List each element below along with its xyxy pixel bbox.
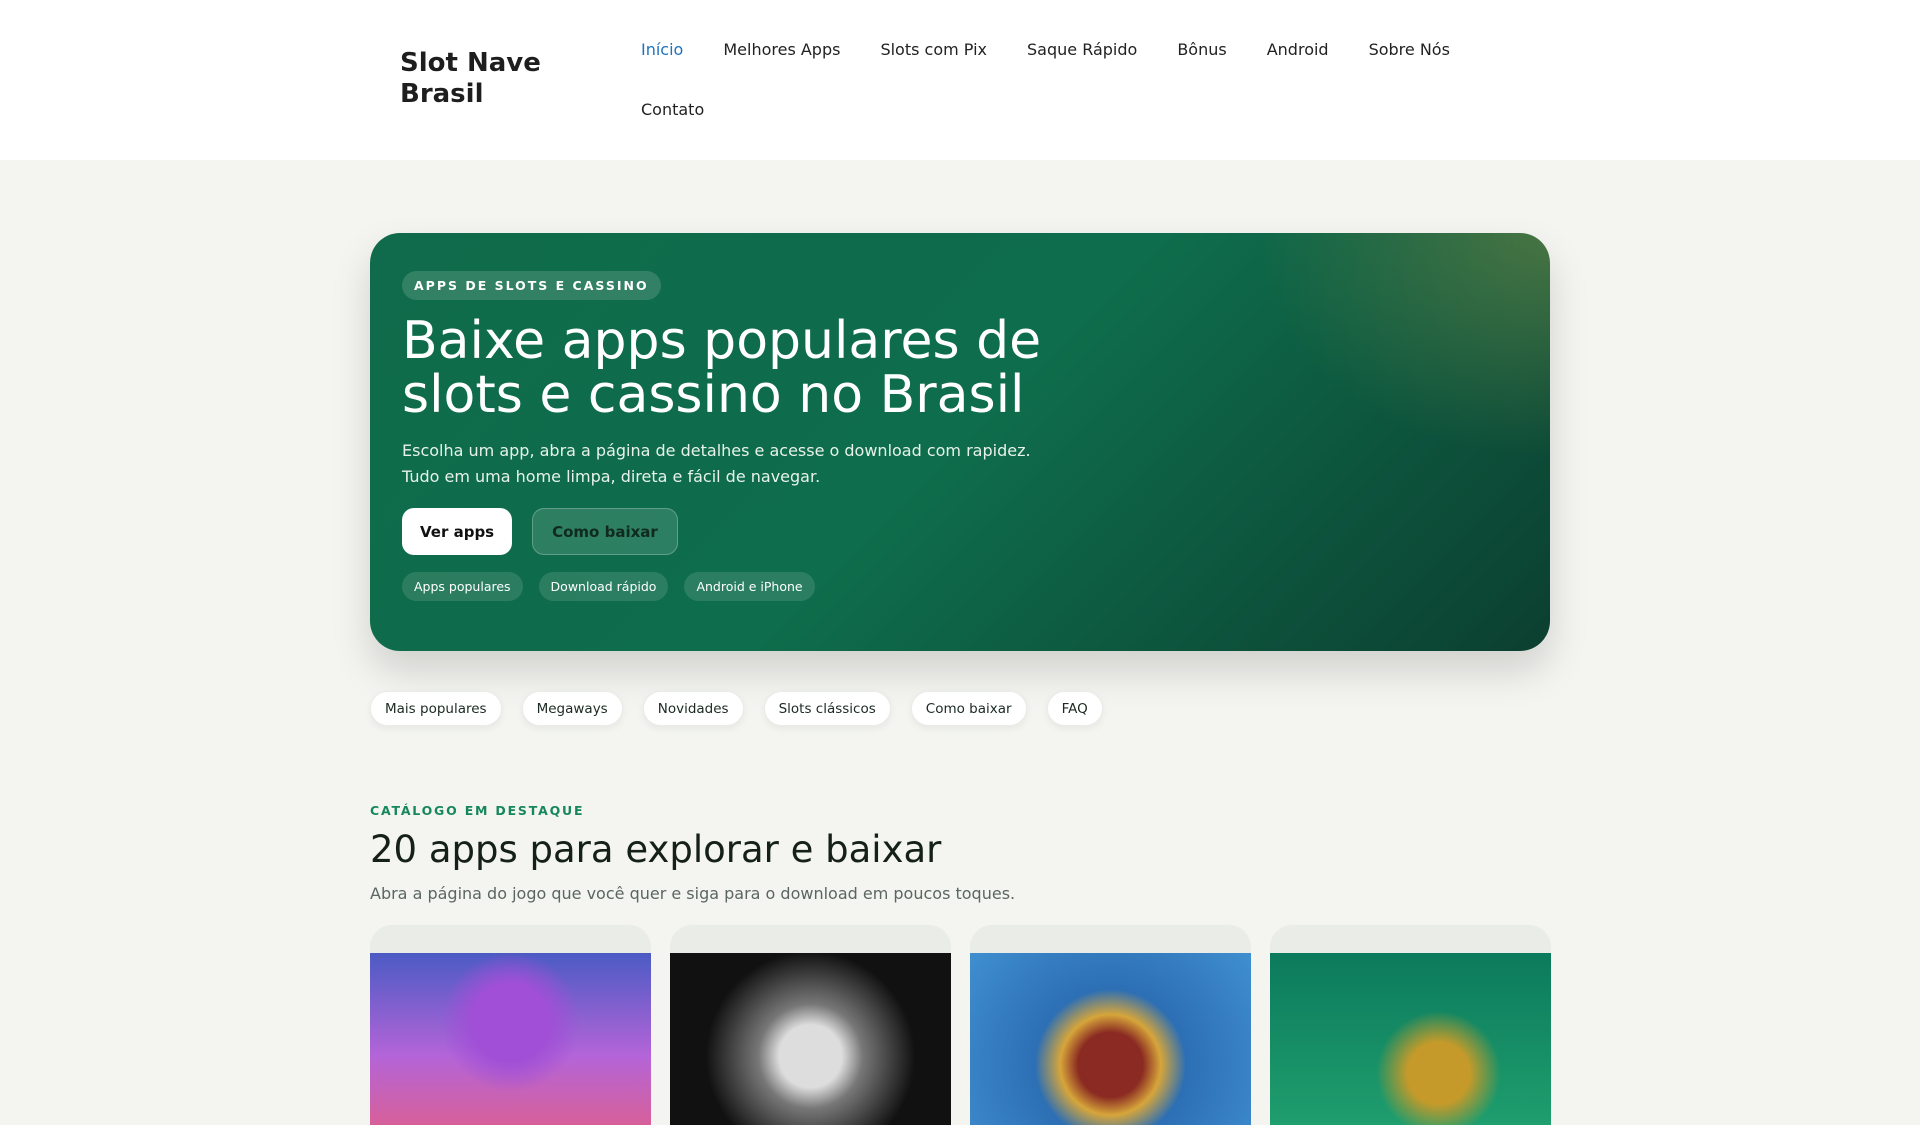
nav-slots-com-pix[interactable]: Slots com Pix [880,38,987,62]
hero-title: Baixe apps populares de slots e cassino … [402,311,1042,425]
filter-faq[interactable]: FAQ [1046,691,1103,726]
site-logo[interactable]: Slot Nave Brasil [400,48,570,110]
ver-apps-button[interactable]: Ver apps [402,508,513,555]
app-thumbnail-devil[interactable] [670,953,951,1125]
app-grid [370,925,1551,1125]
site-header: Slot Nave Brasil Início Melhores Apps Sl… [0,0,1920,160]
hero-badge: APPS DE SLOTS E CASSINO [402,271,661,300]
app-thumbnail-dragon[interactable] [1270,953,1551,1125]
catalog-eyebrow: CATÁLOGO EM DESTAQUE [370,803,585,818]
nav-contato[interactable]: Contato [641,98,704,122]
hero-banner: APPS DE SLOTS E CASSINO Baixe apps popul… [370,233,1550,651]
catalog-subtitle: Abra a página do jogo que você quer e si… [370,884,1016,903]
app-card[interactable] [970,925,1251,1125]
filter-megaways[interactable]: Megaways [521,691,623,726]
hero-description: Escolha um app, abra a página de detalhe… [402,438,1518,490]
filter-mais-populares[interactable]: Mais populares [370,691,502,726]
nav-saque-rapido[interactable]: Saque Rápido [1027,38,1137,62]
category-filters: Mais populares Megaways Novidades Slots … [370,691,1103,726]
app-thumbnail-genie[interactable] [370,953,651,1125]
nav-melhores-apps[interactable]: Melhores Apps [723,38,840,62]
filter-como-baixar[interactable]: Como baixar [910,691,1027,726]
nav-sobre-nos[interactable]: Sobre Nós [1369,38,1450,62]
hero-line-1: Escolha um app, abra a página de detalhe… [402,441,1031,460]
como-baixar-button[interactable]: Como baixar [532,508,678,555]
filter-slots-classicos[interactable]: Slots clássicos [763,691,891,726]
nav-inicio[interactable]: Início [641,38,683,62]
nav-android[interactable]: Android [1267,38,1329,62]
hero-chip: Download rápido [538,572,669,601]
catalog-title: 20 apps para explorar e baixar [370,828,942,871]
hero-chip: Android e iPhone [684,572,815,601]
nav-bonus[interactable]: Bônus [1177,38,1226,62]
app-card[interactable] [1270,925,1551,1125]
app-thumbnail-wizard[interactable] [970,953,1251,1125]
filter-novidades[interactable]: Novidades [642,691,744,726]
app-card[interactable] [670,925,951,1125]
hero-chip: Apps populares [402,572,523,601]
app-card[interactable] [370,925,651,1125]
hero-line-2: Tudo em uma home limpa, direta e fácil d… [402,467,821,486]
main-nav: Início Melhores Apps Slots com Pix Saque… [641,38,1461,122]
